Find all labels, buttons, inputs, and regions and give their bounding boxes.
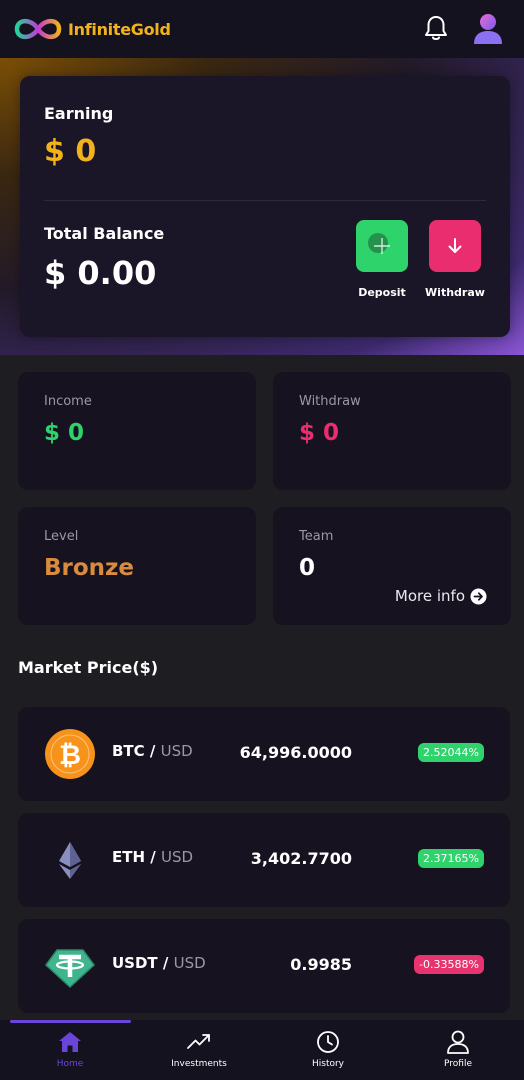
income-value: $ 0 <box>44 420 85 446</box>
bitcoin-icon: ₿ <box>45 729 95 779</box>
more-info-link[interactable]: More info <box>395 587 487 605</box>
brand-name: InfiniteGold <box>68 19 171 39</box>
nav-home-label: Home <box>56 1059 84 1069</box>
arrow-right-circle-icon <box>470 588 487 604</box>
income-label: Income <box>44 394 92 409</box>
nav-profile-label: Profile <box>444 1059 472 1069</box>
more-info-label: More info <box>394 587 465 605</box>
deposit-action[interactable]: Deposit <box>349 220 415 299</box>
price-change-badge: 2.52044% <box>418 743 484 762</box>
level-card: Level Bronze <box>18 507 256 625</box>
nav-history-label: History <box>311 1059 345 1069</box>
team-label: Team <box>299 529 334 544</box>
app-header: InfiniteGold <box>0 0 524 58</box>
nav-home[interactable]: Home <box>15 1030 125 1069</box>
summary-section: Earning $ 0 Total Balance $ 0.00 Deposit… <box>0 58 524 355</box>
market-row-eth[interactable]: ETH / USD 3,402.7700 2.37165% <box>18 813 510 907</box>
user-avatar-icon[interactable] <box>472 12 504 45</box>
bell-icon[interactable] <box>423 14 449 42</box>
coin-pair: USDT / USD <box>112 954 206 972</box>
coin-pair: ETH / USD <box>112 848 194 866</box>
ethereum-icon <box>59 842 81 879</box>
deposit-button[interactable] <box>356 220 408 272</box>
user-icon <box>447 1030 469 1054</box>
coin-price: 3,402.7700 <box>250 849 352 868</box>
active-tab-indicator <box>10 1020 131 1023</box>
market-row-usdt[interactable]: USDT / USD 0.9985 -0.33588% <box>18 919 510 1013</box>
earning-value: $ 0 <box>44 134 97 169</box>
withdraw-stat-value: $ 0 <box>299 420 340 446</box>
withdraw-label: Withdraw <box>425 286 485 299</box>
team-card: Team 0 More info <box>273 507 511 625</box>
coin-pair: BTC / USD <box>112 742 193 760</box>
total-balance-label: Total Balance <box>44 224 165 243</box>
team-value: 0 <box>299 555 316 581</box>
coin-price: 0.9985 <box>290 955 352 974</box>
withdraw-stat-label: Withdraw <box>299 394 361 409</box>
nav-profile[interactable]: Profile <box>403 1030 513 1069</box>
home-icon <box>59 1032 81 1052</box>
price-change-badge: -0.33588% <box>414 955 484 974</box>
plus-icon <box>368 233 390 254</box>
nav-investments-label: Investments <box>171 1059 227 1069</box>
balance-card: Earning $ 0 Total Balance $ 0.00 Deposit… <box>20 76 510 337</box>
level-value: Bronze <box>44 555 135 581</box>
svg-text:₿: ₿ <box>59 740 81 771</box>
market-price-title: Market Price($) <box>18 658 159 677</box>
trending-up-icon <box>187 1034 210 1049</box>
tether-icon <box>44 949 96 989</box>
withdraw-action[interactable]: Withdraw <box>422 220 488 299</box>
bottom-navigation: Home Investments History Profile <box>0 1020 524 1080</box>
total-balance-value: $ 0.00 <box>44 254 157 292</box>
income-card: Income $ 0 <box>18 372 256 490</box>
nav-investments[interactable]: Investments <box>144 1030 254 1069</box>
infinity-logo-icon[interactable] <box>14 14 62 44</box>
earning-label: Earning <box>44 104 114 123</box>
clock-icon <box>317 1031 339 1053</box>
price-change-badge: 2.37165% <box>418 849 484 868</box>
withdraw-button[interactable] <box>429 220 481 272</box>
deposit-label: Deposit <box>358 286 406 299</box>
market-row-btc[interactable]: ₿ BTC / USD 64,996.0000 2.52044% <box>18 707 510 801</box>
arrow-down-icon <box>448 238 462 253</box>
card-divider <box>44 200 486 201</box>
nav-history[interactable]: History <box>273 1030 383 1069</box>
withdraw-card: Withdraw $ 0 <box>273 372 511 490</box>
level-label: Level <box>44 529 79 544</box>
coin-price: 64,996.0000 <box>239 743 352 762</box>
